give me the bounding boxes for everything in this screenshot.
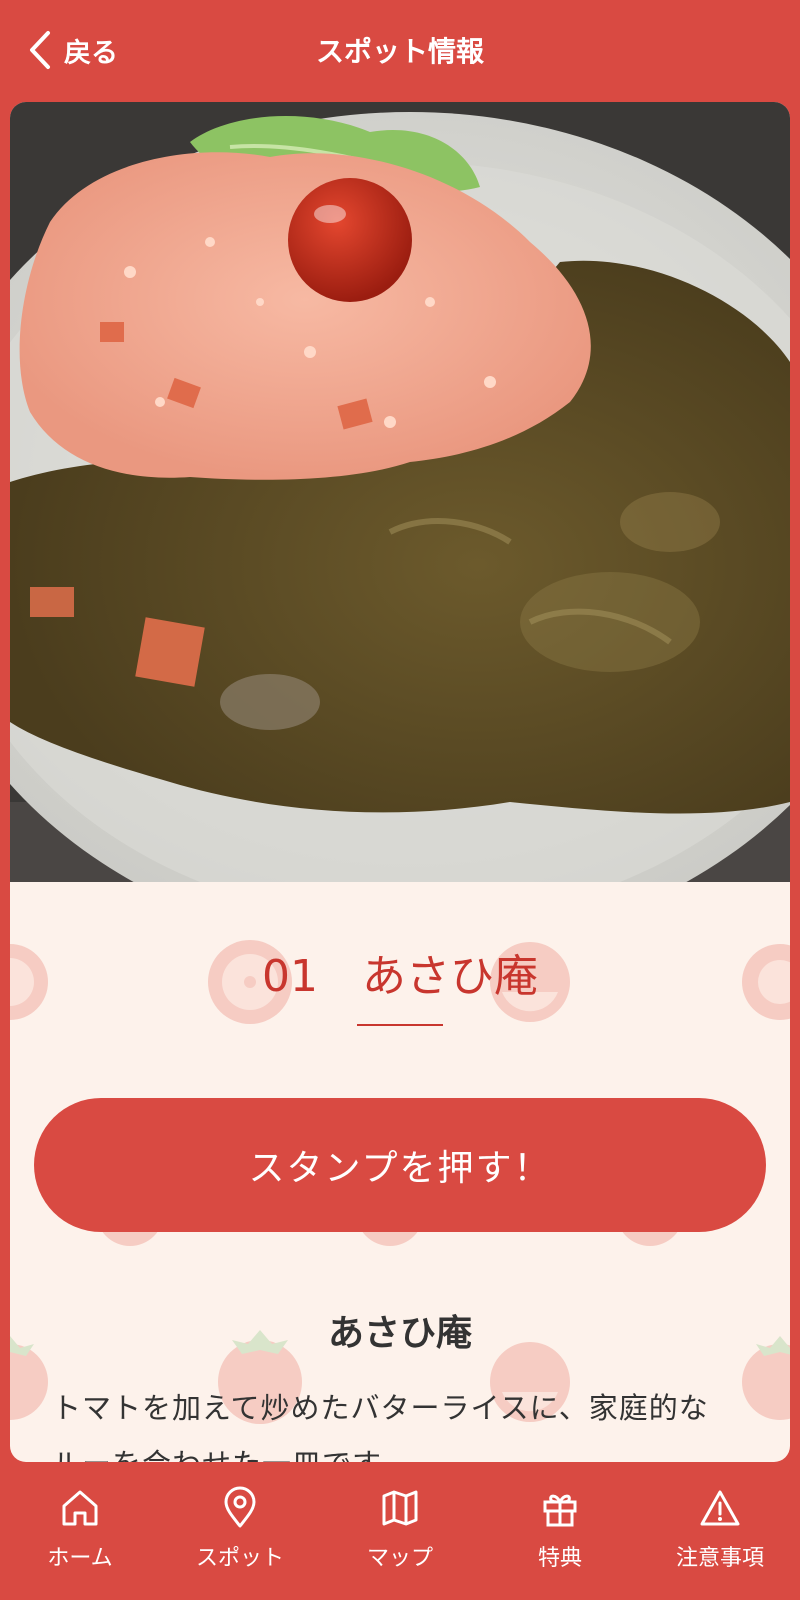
spot-photo [10, 102, 790, 882]
warning-icon [700, 1490, 740, 1526]
spot-name: あさひ庵 [362, 951, 538, 1002]
location-pin-icon [224, 1486, 256, 1528]
nav-label-map: マップ [366, 1546, 433, 1571]
nav-label-spot: スポット [195, 1546, 284, 1571]
app-header: 戻る スポット情報 [0, 0, 800, 102]
nav-item-home[interactable]: ホーム [0, 1462, 160, 1600]
nav-item-spot[interactable]: スポット [160, 1462, 320, 1600]
nav-label-benefits: 特典 [537, 1546, 582, 1571]
stamp-button[interactable]: スタンプを押す！ [34, 1098, 766, 1232]
gift-icon [543, 1494, 577, 1527]
home-icon [62, 1490, 98, 1526]
map-icon [382, 1490, 418, 1526]
page-title: スポット情報 [315, 35, 484, 68]
description-title: あさひ庵 [327, 1313, 472, 1354]
nav-item-benefits[interactable]: 特典 [480, 1462, 640, 1600]
spot-heading: 01 あさひ庵 [10, 940, 790, 1004]
description-text: トマトを加えて炒めたバターライスに、家庭的なルーを合わせた一皿です。 [52, 1391, 709, 1462]
heading-divider [357, 1024, 443, 1026]
bottom-nav: ホーム スポット マップ 特典 注意事項 [0, 1462, 800, 1600]
nav-item-map[interactable]: マップ [320, 1462, 480, 1600]
nav-label-notes: 注意事項 [675, 1546, 764, 1571]
spot-card: 01 あさひ庵 スタンプを押す！ あさひ庵 トマトを加えて炒めたバターライスに、家… [10, 102, 790, 1462]
nav-label-home: ホーム [47, 1546, 113, 1571]
spot-number: 01 [262, 951, 318, 1002]
nav-item-notes[interactable]: 注意事項 [640, 1462, 800, 1600]
